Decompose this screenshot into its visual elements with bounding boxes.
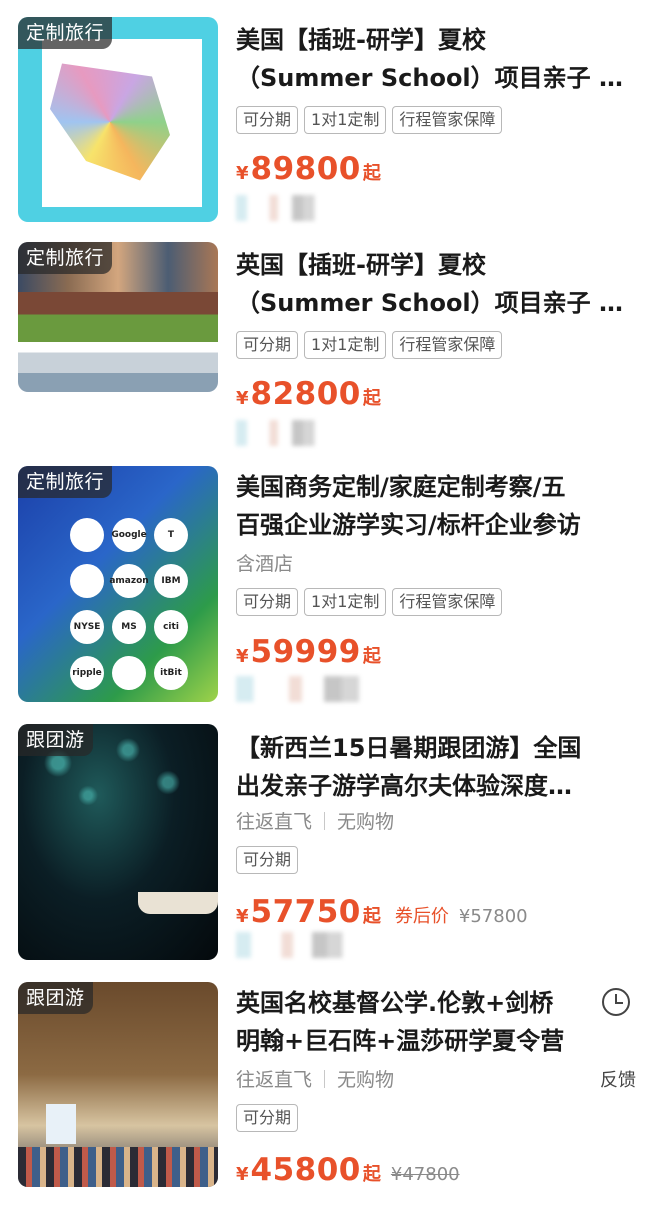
- tesla-logo-icon: T: [154, 518, 188, 552]
- chip: 行程管家保障: [392, 331, 503, 359]
- product-thumbnail[interactable]: 跟团游: [18, 982, 218, 1187]
- chip: 可分期: [236, 846, 299, 874]
- chip: 可分期: [236, 331, 299, 359]
- product-title[interactable]: 英国【插班-研学】夏校 （Summer School）项目亲子 …: [236, 246, 646, 322]
- currency-symbol: ¥: [236, 906, 249, 927]
- feature-chips: 可分期 1对1定制 行程管家保障: [236, 588, 503, 616]
- direct-flight-label: 往返直飞: [236, 811, 313, 833]
- product-title[interactable]: 英国名校基督公学.伦敦+剑桥 明翰+巨石阵+温莎研学夏令营: [236, 984, 616, 1060]
- amazon-logo-icon: amazon: [109, 564, 149, 598]
- product-subtitle: 含酒店: [236, 553, 294, 575]
- chip: 1对1定制: [304, 106, 387, 134]
- price-suffix: 起: [362, 646, 381, 667]
- price: ¥ 89800 起: [236, 151, 381, 187]
- no-shopping-label: 无购物: [337, 811, 395, 833]
- currency-symbol: ¥: [236, 1164, 249, 1185]
- ripple-logo-icon: ripple: [70, 656, 104, 690]
- clock-icon[interactable]: [602, 988, 630, 1016]
- product-thumbnail[interactable]: Google T amazon IBM NYSE MS citi ripple …: [18, 466, 218, 702]
- chip: 可分期: [236, 106, 299, 134]
- feedback-button[interactable]: 反馈: [600, 1066, 636, 1092]
- category-tag: 跟团游: [18, 982, 93, 1014]
- price-suffix: 起: [362, 388, 381, 409]
- original-price: ¥47800: [390, 1164, 460, 1185]
- blurred-meta: [236, 195, 376, 221]
- nyse-logo-icon: NYSE: [70, 610, 104, 644]
- price-suffix: 起: [362, 906, 381, 927]
- feature-chips: 可分期: [236, 846, 299, 874]
- chip: 可分期: [236, 588, 299, 616]
- currency-symbol: ¥: [236, 646, 249, 667]
- price: ¥ 82800 起: [236, 376, 381, 412]
- price-suffix: 起: [362, 163, 381, 184]
- currency-symbol: ¥: [236, 163, 249, 184]
- ibm-logo-icon: IBM: [154, 564, 188, 598]
- chip: 行程管家保障: [392, 588, 503, 616]
- product-title[interactable]: 美国【插班-研学】夏校 （Summer School）项目亲子 …: [236, 21, 646, 97]
- category-tag: 定制旅行: [18, 466, 113, 498]
- price-suffix: 起: [362, 1164, 381, 1185]
- product-thumbnail[interactable]: 定制旅行: [18, 242, 218, 392]
- apple-logo-icon: [70, 518, 104, 552]
- product-thumbnail[interactable]: 跟团游: [18, 724, 218, 960]
- window-image: [46, 1104, 76, 1144]
- chip: 1对1定制: [304, 331, 387, 359]
- direct-flight-label: 往返直飞: [236, 1069, 313, 1091]
- photo-strip: [18, 342, 218, 392]
- no-shopping-label: 无购物: [337, 1069, 395, 1091]
- coupon-label: 券后价: [394, 906, 449, 927]
- price: ¥ 59999 起: [236, 634, 381, 670]
- boat-image: [138, 892, 218, 914]
- company-logos: Google T amazon IBM NYSE MS citi ripple …: [70, 518, 190, 690]
- price-value: 57750: [250, 894, 361, 930]
- feature-chips: 可分期: [236, 1104, 299, 1132]
- citi-logo-icon: citi: [154, 610, 188, 644]
- product-subtitle: 往返直飞 无购物: [236, 1066, 394, 1094]
- google-logo-icon: Google: [111, 518, 147, 552]
- ms-logo-icon: MS: [112, 610, 146, 644]
- diamond-logo-icon: [112, 656, 146, 690]
- product-title[interactable]: 【新西兰15日暑期跟团游】全国 出发亲子游学高尔夫体验深度…: [236, 729, 646, 805]
- chip: 可分期: [236, 1104, 299, 1132]
- microsoft-logo-icon: [70, 564, 104, 598]
- price-value: 59999: [250, 634, 361, 670]
- product-subtitle: 往返直飞 无购物: [236, 808, 394, 836]
- category-tag: 跟团游: [18, 724, 93, 756]
- crowd-image: [18, 1147, 218, 1187]
- itbit-logo-icon: itBit: [154, 656, 188, 690]
- feature-chips: 可分期 1对1定制 行程管家保障: [236, 106, 503, 134]
- blurred-meta: [236, 676, 456, 702]
- price-value: 45800: [250, 1152, 361, 1188]
- photo-strip: [18, 292, 218, 342]
- price: ¥ 45800 起 ¥47800: [236, 1152, 460, 1188]
- feature-chips: 可分期 1对1定制 行程管家保障: [236, 331, 503, 359]
- product-title[interactable]: 美国商务定制/家庭定制考察/五 百强企业游学实习/标杆企业参访: [236, 468, 646, 544]
- chip: 1对1定制: [304, 588, 387, 616]
- currency-symbol: ¥: [236, 388, 249, 409]
- price: ¥ 57750 起 券后价 ¥57800: [236, 894, 528, 930]
- blurred-meta: [236, 420, 376, 446]
- category-tag: 定制旅行: [18, 242, 113, 274]
- price-value: 89800: [250, 151, 361, 187]
- category-tag: 定制旅行: [18, 17, 113, 49]
- chip: 行程管家保障: [392, 106, 503, 134]
- blurred-meta: [236, 932, 426, 958]
- divider: [324, 812, 326, 830]
- product-thumbnail[interactable]: 定制旅行: [18, 17, 218, 222]
- original-price: ¥57800: [458, 906, 528, 927]
- price-value: 82800: [250, 376, 361, 412]
- divider: [324, 1070, 326, 1088]
